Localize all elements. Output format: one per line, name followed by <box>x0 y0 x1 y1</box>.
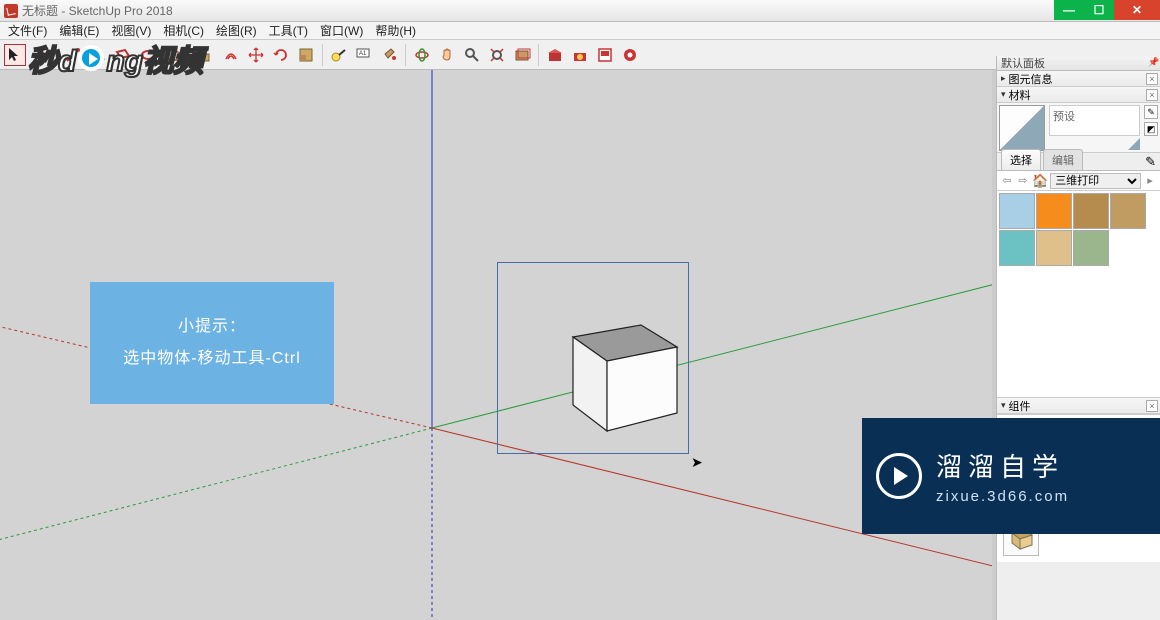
material-swatch[interactable] <box>1073 230 1109 266</box>
warehouse-icon[interactable] <box>544 44 566 66</box>
tip-overlay: 小提示： 选中物体-移动工具-Ctrl <box>90 282 334 404</box>
components-header[interactable]: ▾ 组件 × <box>997 398 1160 414</box>
window-title: 无标题 - SketchUp Pro 2018 <box>22 2 173 19</box>
materials-empty-area <box>997 268 1160 398</box>
pan-tool-icon[interactable] <box>436 44 458 66</box>
cube-object[interactable] <box>545 305 695 445</box>
wm-title: 溜溜自学 <box>936 447 1069 484</box>
home-icon[interactable]: 🏠 <box>1032 173 1048 189</box>
material-swatch[interactable] <box>999 230 1035 266</box>
close-panel-icon[interactable]: × <box>1146 89 1158 101</box>
material-preview: 预设 ✎ ◩ <box>997 103 1160 153</box>
menu-help[interactable]: 帮助(H) <box>369 21 422 40</box>
tape-measure-icon[interactable] <box>328 44 350 66</box>
current-material-swatch[interactable] <box>999 105 1045 151</box>
close-panel-icon[interactable]: × <box>1146 400 1158 412</box>
menu-draw[interactable]: 绘图(R) <box>210 21 263 40</box>
maximize-button[interactable]: ☐ <box>1084 0 1114 20</box>
close-panel-icon[interactable]: × <box>1146 73 1158 85</box>
wm-play-icon <box>876 453 922 499</box>
rotate-tool-icon[interactable] <box>270 44 292 66</box>
menu-tools[interactable]: 工具(T) <box>263 21 314 40</box>
expand-icon: ▸ <box>1001 73 1006 84</box>
nav-back-icon[interactable]: ⇦ <box>1000 174 1014 188</box>
wm-url: zixue.3d66.com <box>936 488 1069 505</box>
svg-text:A1: A1 <box>359 51 367 57</box>
entity-info-header[interactable]: ▸ 图元信息 × <box>997 71 1160 87</box>
materials-collection-select[interactable]: 三维打印 <box>1050 173 1141 189</box>
minimize-button[interactable]: — <box>1054 0 1084 20</box>
move-tool-icon[interactable] <box>245 44 267 66</box>
section-plane-icon[interactable] <box>511 44 533 66</box>
app-icon <box>4 4 18 18</box>
offset-tool-icon[interactable] <box>220 44 242 66</box>
create-material-icon[interactable]: ✎ <box>1144 105 1158 119</box>
paint-bucket-icon[interactable] <box>378 44 400 66</box>
text-tool-icon[interactable]: A1 <box>353 44 375 66</box>
watermark-bottom: 溜溜自学 zixue.3d66.com <box>862 418 1160 534</box>
material-name-field[interactable]: 预设 <box>1049 105 1140 136</box>
tab-select[interactable]: 选择 <box>1001 149 1041 170</box>
wm-top-text-a: 秒d <box>28 36 76 80</box>
tray-title[interactable]: 默认面板 📌 <box>997 56 1160 71</box>
entity-info-label: 图元信息 <box>1009 71 1053 87</box>
wm-top-play-icon <box>78 45 104 71</box>
details-menu-icon[interactable]: ▸ <box>1143 174 1157 188</box>
tab-edit[interactable]: 编辑 <box>1043 149 1083 170</box>
watermark-top: 秒d ng视频 <box>28 36 203 80</box>
menu-window[interactable]: 窗口(W) <box>314 21 369 40</box>
materials-label: 材料 <box>1009 87 1031 103</box>
wm-top-text-b: ng视频 <box>106 36 203 80</box>
material-swatch[interactable] <box>1110 193 1146 229</box>
layout-icon[interactable] <box>594 44 616 66</box>
materials-header[interactable]: ▾ 材料 × <box>997 87 1160 103</box>
zoom-extents-icon[interactable] <box>486 44 508 66</box>
materials-nav: ⇦ ⇨ 🏠 三维打印 ▸ <box>997 171 1160 191</box>
material-swatch[interactable] <box>1036 230 1072 266</box>
select-tool-icon[interactable] <box>4 44 26 66</box>
zoom-tool-icon[interactable] <box>461 44 483 66</box>
material-swatch-grid <box>997 191 1160 268</box>
close-button[interactable]: ✕ <box>1114 0 1160 20</box>
tray-title-label: 默认面板 <box>1001 56 1045 71</box>
viewport[interactable]: ➤ 小提示： 选中物体-移动工具-Ctrl <box>0 70 992 620</box>
window-controls: — ☐ ✕ <box>1054 0 1160 20</box>
materials-tabs: 选择 编辑 ✎ <box>997 153 1160 171</box>
tip-title: 小提示： <box>178 311 246 343</box>
default-material-icon[interactable]: ◩ <box>1144 122 1158 136</box>
pin-icon[interactable]: 📌 <box>1148 57 1158 67</box>
material-swatch[interactable] <box>999 193 1035 229</box>
extension-manager-icon[interactable] <box>619 44 641 66</box>
back-face-swatch-icon[interactable] <box>1128 138 1140 150</box>
collapse-icon: ▾ <box>1001 400 1006 411</box>
components-label: 组件 <box>1009 398 1031 414</box>
tip-body: 选中物体-移动工具-Ctrl <box>123 343 301 375</box>
tray-panel: 默认面板 📌 ▸ 图元信息 × ▾ 材料 × 预设 ✎ ◩ 选择 编辑 ✎ ⇦ … <box>996 56 1160 620</box>
nav-fwd-icon[interactable]: ⇨ <box>1016 174 1030 188</box>
extension-warehouse-icon[interactable] <box>569 44 591 66</box>
material-swatch[interactable] <box>1036 193 1072 229</box>
title-bar: 无标题 - SketchUp Pro 2018 — ☐ ✕ <box>0 0 1160 22</box>
scale-tool-icon[interactable] <box>295 44 317 66</box>
collapse-icon: ▾ <box>1001 89 1006 100</box>
sample-paint-icon[interactable]: ✎ <box>1145 154 1156 170</box>
orbit-tool-icon[interactable] <box>411 44 433 66</box>
material-swatch[interactable] <box>1073 193 1109 229</box>
